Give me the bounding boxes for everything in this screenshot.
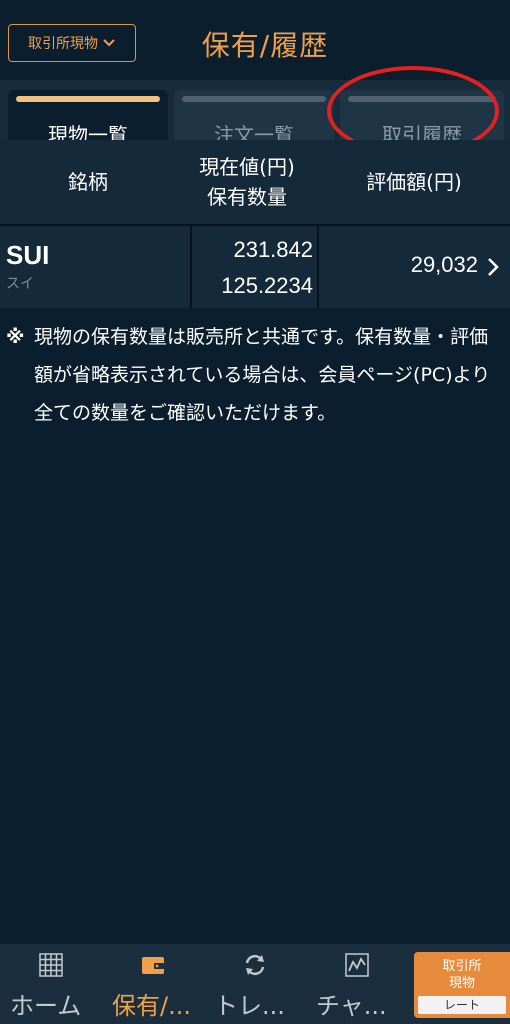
tab-orders[interactable]: 注文一覧 (174, 90, 334, 140)
tab-label: 現物一覧 (48, 123, 128, 140)
tab-indicator (182, 96, 326, 102)
wallet-icon (142, 957, 164, 974)
note-text: 現物の保有数量は販売所と共通です。保有数量・評価額が省略表示されている場合は、会… (34, 326, 491, 424)
column-divider (190, 226, 192, 308)
holding-quantity: 125.2234 (221, 273, 313, 298)
nav-label: チャ... (316, 992, 387, 1020)
tab-label: 注文一覧 (214, 123, 294, 140)
nav-label: トレ... (214, 992, 285, 1020)
rate-button-label: レート (418, 996, 506, 1014)
nav-label: ホーム (10, 992, 82, 1020)
note-mark: ※ (6, 326, 25, 348)
column-header-symbol: 銘柄 (68, 170, 108, 194)
column-divider (317, 226, 319, 308)
tab-label: 取引履歴 (382, 123, 462, 140)
grid-icon (39, 953, 63, 977)
refresh-icon (245, 954, 265, 976)
table-header: 銘柄 現在値(円) 保有数量 評価額(円) (0, 140, 510, 226)
chevron-right-icon (488, 258, 499, 276)
nav-holdings[interactable]: 保有/... (102, 944, 204, 1024)
symbol-subname: スイ (6, 276, 34, 292)
nav-chart[interactable]: チャ... (306, 944, 408, 1024)
column-header-price: 現在値(円) 保有数量 (199, 155, 295, 209)
nav-home[interactable]: ホーム (0, 944, 102, 1024)
table-row[interactable]: SUI スイ 231.842 125.2234 29,032 (0, 226, 510, 308)
exchange-rate-button[interactable]: 取引所 現物 レート (414, 952, 510, 1018)
nav-label: 保有/... (112, 992, 191, 1020)
header: 取引所現物 保有/履歴 (0, 0, 510, 80)
price-cell: 231.842 125.2234 (221, 232, 313, 304)
chart-icon (345, 953, 369, 977)
page-title: 保有/履歴 (201, 29, 329, 62)
tab-history[interactable]: 取引履歴 (340, 90, 504, 140)
current-price: 231.842 (233, 237, 313, 262)
rate-button-text: 取引所 現物 (442, 959, 482, 991)
symbol-name: SUI (6, 240, 50, 270)
column-header-value: 評価額(円) (366, 170, 462, 194)
nav-trade[interactable]: トレ... (204, 944, 306, 1024)
tab-indicator (348, 96, 496, 102)
valuation-amount: 29,032 (410, 252, 478, 277)
tab-indicator (16, 96, 160, 102)
symbol-cell: SUI スイ (6, 240, 49, 293)
tab-holdings[interactable]: 現物一覧 (8, 90, 168, 140)
holdings-note: ※ 現物の保有数量は販売所と共通です。保有数量・評価額が省略表示されている場合は… (6, 318, 502, 432)
tab-bar: 現物一覧 注文一覧 取引履歴 (0, 80, 510, 140)
